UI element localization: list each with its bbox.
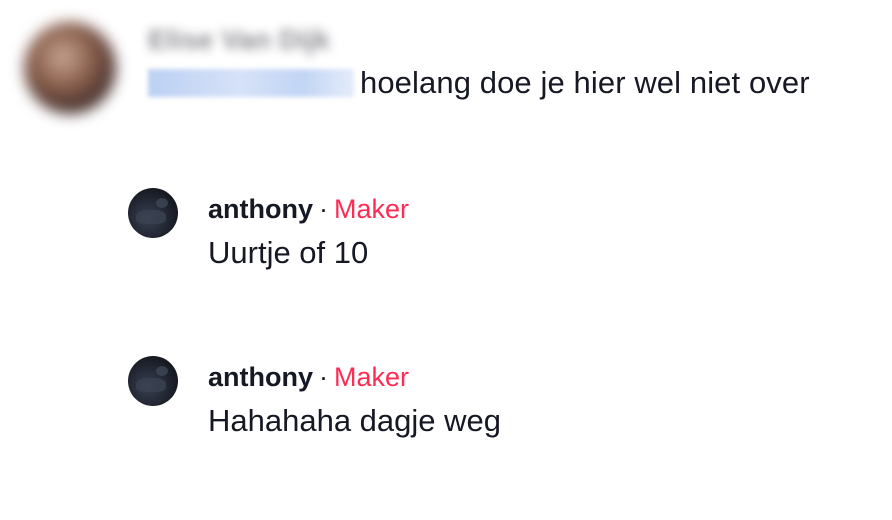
creator-badge: Maker — [334, 362, 410, 392]
creator-badge: Maker — [334, 194, 410, 224]
parent-comment-text: hoelang doe je hier wel niet over — [360, 65, 810, 100]
reply-text: Uurtje of 10 — [208, 235, 369, 270]
parent-comment-username[interactable]: Elise Van Dijk — [148, 24, 330, 56]
parent-comment-mention[interactable] — [148, 69, 354, 97]
reply-header: anthony · Maker — [208, 360, 409, 394]
reply-separator: · — [319, 194, 328, 224]
parent-comment-body: hoelang doe je hier wel niet over — [148, 64, 810, 102]
reply-text: Hahahaha dagje weg — [208, 403, 502, 438]
reply-more-icon[interactable] — [408, 454, 438, 460]
parent-comment-more-icon[interactable] — [266, 114, 296, 120]
reply-username[interactable]: anthony — [208, 362, 313, 392]
parent-comment-avatar[interactable] — [24, 22, 116, 114]
reply-username[interactable]: anthony — [208, 194, 313, 224]
reply-avatar[interactable] — [128, 188, 178, 238]
reply-separator: · — [319, 362, 328, 392]
reply-avatar[interactable] — [128, 356, 178, 406]
reply-header: anthony · Maker — [208, 192, 409, 226]
